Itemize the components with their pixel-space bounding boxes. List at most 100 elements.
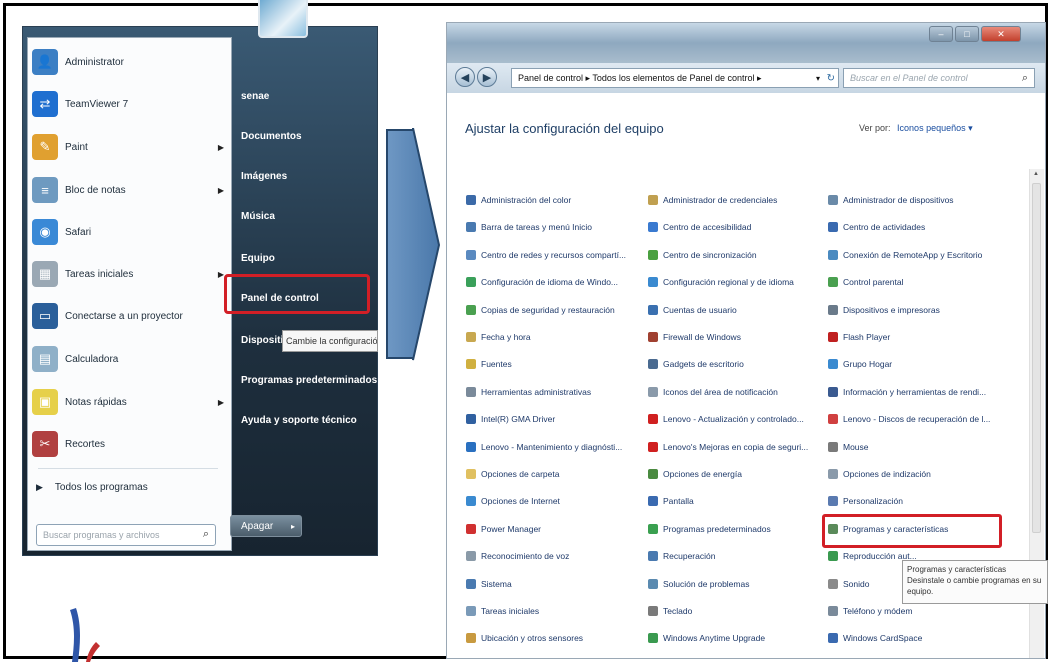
control-panel-item-label: Centro de actividades	[843, 222, 926, 233]
control-panel-item[interactable]: Iconos del área de notificación	[648, 382, 778, 402]
control-panel-item[interactable]: Pantalla	[648, 491, 694, 511]
start-menu-item[interactable]: ≡ Bloc de notas ▶	[32, 174, 224, 206]
control-panel-item[interactable]: Reconocimiento de voz	[466, 546, 569, 566]
control-panel-item[interactable]: Sonido	[828, 574, 869, 594]
applet-icon	[466, 523, 476, 534]
control-panel-item[interactable]: Configuración regional y de idioma	[648, 272, 794, 292]
control-panel-item[interactable]: Fuentes	[466, 354, 512, 374]
control-panel-search-input[interactable]: Buscar en el Panel de control ⌕	[843, 68, 1035, 88]
control-panel-item[interactable]: Personalización	[828, 491, 903, 511]
back-button[interactable]: ◀	[455, 67, 475, 87]
forward-button[interactable]: ▶	[477, 67, 497, 87]
control-panel-item[interactable]: Mouse	[828, 437, 869, 457]
applet-icon	[648, 551, 658, 562]
control-panel-item-label: Ubicación y otros sensores	[481, 633, 584, 644]
control-panel-item[interactable]: Teclado	[648, 601, 692, 621]
control-panel-item[interactable]: Administración del color	[466, 190, 571, 210]
start-menu-item[interactable]: ▤ Calculadora	[32, 343, 224, 375]
start-menu-link[interactable]: Equipo	[241, 253, 275, 264]
control-panel-item-label: Mouse	[843, 441, 869, 452]
address-bar[interactable]: Panel de control ▸ Todos los elementos d…	[511, 68, 839, 88]
applet-icon	[648, 414, 658, 425]
applet-icon	[466, 222, 476, 233]
triangle-right-icon[interactable]: ▶	[218, 186, 224, 195]
triangle-right-icon[interactable]: ▸	[291, 522, 295, 531]
control-panel-item[interactable]: Centro de accesibilidad	[648, 217, 751, 237]
start-menu-link[interactable]: Programas predeterminados	[241, 375, 377, 386]
control-panel-item[interactable]: Centro de actividades	[828, 217, 925, 237]
chevron-down-icon[interactable]: ▾	[816, 74, 820, 83]
control-panel-item[interactable]: Programas predeterminados	[648, 519, 771, 539]
control-panel-item[interactable]: Windows CardSpace	[828, 628, 922, 648]
control-panel-item[interactable]: Teléfono y módem	[828, 601, 912, 621]
control-panel-item[interactable]: Ubicación y otros sensores	[466, 628, 583, 648]
control-panel-item[interactable]: Flash Player	[828, 327, 890, 347]
start-search-input[interactable]: Buscar programas y archivos ⌕	[36, 524, 216, 546]
control-panel-item[interactable]: Solución de problemas	[648, 574, 749, 594]
maximize-button[interactable]: □	[955, 26, 979, 42]
scrollbar-thumb[interactable]	[1032, 183, 1041, 533]
start-menu-item-label: Conectarse a un proyector	[65, 310, 183, 322]
start-menu-link[interactable]: Ayuda y soporte técnico	[241, 415, 357, 426]
search-icon: ⌕	[1021, 71, 1028, 84]
control-panel-item-label: Control parental	[843, 277, 904, 288]
control-panel-item-label: Solución de problemas	[663, 578, 750, 589]
triangle-right-icon[interactable]: ▶	[218, 398, 224, 407]
start-menu-link[interactable]: Imágenes	[241, 171, 287, 182]
start-menu-item[interactable]: ▭ Conectarse a un proyector	[32, 300, 224, 332]
control-panel-item[interactable]: Power Manager	[466, 519, 541, 539]
control-panel-item[interactable]: Tareas iniciales	[466, 601, 539, 621]
applet-icon	[466, 277, 476, 288]
control-panel-item[interactable]: Herramientas administrativas	[466, 382, 591, 402]
control-panel-item[interactable]: Centro de redes y recursos compartí...	[466, 245, 626, 265]
control-panel-item[interactable]: Lenovo - Mantenimiento y diagnósti...	[466, 437, 622, 457]
control-panel-item[interactable]: Configuración de idioma de Windo...	[466, 272, 618, 292]
start-menu-link[interactable]: Música	[241, 211, 275, 222]
control-panel-item[interactable]: Conexión de RemoteApp y Escritorio	[828, 245, 982, 265]
start-menu-item[interactable]: ⇄ TeamViewer 7	[32, 88, 224, 120]
control-panel-item[interactable]: Lenovo - Actualización y controlado...	[648, 409, 804, 429]
start-menu-item[interactable]: 👤 Administrator	[32, 46, 224, 78]
control-panel-item[interactable]: Opciones de indización	[828, 464, 931, 484]
control-panel-item[interactable]: Barra de tareas y menú Inicio	[466, 217, 592, 237]
start-menu-item[interactable]: ✂ Recortes	[32, 428, 224, 460]
control-panel-item[interactable]: Dispositivos e impresoras	[828, 300, 940, 320]
applet-icon	[648, 332, 658, 342]
start-menu-item[interactable]: ▦ Tareas iniciales ▶	[32, 258, 224, 290]
control-panel-item[interactable]: Cuentas de usuario	[648, 300, 737, 320]
control-panel-item[interactable]: Opciones de energía	[648, 464, 742, 484]
control-panel-item[interactable]: Opciones de carpeta	[466, 464, 559, 484]
control-panel-item[interactable]: Gadgets de escritorio	[648, 354, 744, 374]
refresh-icon[interactable]: ↻	[827, 73, 835, 84]
control-panel-item[interactable]: Administrador de dispositivos	[828, 190, 954, 210]
control-panel-item[interactable]: Sistema	[466, 574, 512, 594]
control-panel-item-label: Sonido	[843, 578, 870, 589]
control-panel-item[interactable]: Lenovo - Discos de recuperación de l...	[828, 409, 990, 429]
control-panel-item[interactable]: Centro de sincronización	[648, 245, 757, 265]
chevron-up-icon[interactable]: ▲	[1033, 171, 1039, 177]
control-panel-item[interactable]: Lenovo's Mejoras en copia de seguri...	[648, 437, 808, 457]
triangle-right-icon[interactable]: ▶	[218, 143, 224, 152]
shutdown-button[interactable]: Apagar ▸	[230, 515, 302, 537]
control-panel-item[interactable]: Copias de seguridad y restauración	[466, 300, 615, 320]
control-panel-item[interactable]: Grupo Hogar	[828, 354, 892, 374]
start-menu-item[interactable]: ✎ Paint ▶	[32, 131, 224, 163]
control-panel-item[interactable]: Información y herramientas de rendi...	[828, 382, 986, 402]
control-panel-item[interactable]: Windows Anytime Upgrade	[648, 628, 765, 648]
control-panel-item[interactable]: Recuperación	[648, 546, 715, 566]
start-menu-link[interactable]: Documentos	[241, 131, 302, 142]
start-menu-item[interactable]: ◉ Safari	[32, 216, 224, 248]
minimize-button[interactable]: –	[929, 26, 953, 42]
close-button[interactable]: ✕	[981, 26, 1021, 42]
control-panel-item[interactable]: Administrador de credenciales	[648, 190, 777, 210]
control-panel-item[interactable]: Intel(R) GMA Driver	[466, 409, 555, 429]
control-panel-item[interactable]: Firewall de Windows	[648, 327, 741, 347]
control-panel-item[interactable]: Control parental	[828, 272, 903, 292]
start-menu-link[interactable]: senae	[241, 91, 269, 102]
control-panel-item[interactable]: Opciones de Internet	[466, 491, 560, 511]
all-programs-button[interactable]: ▶ Todos los programas	[36, 482, 148, 493]
start-menu-item[interactable]: ▣ Notas rápidas ▶	[32, 386, 224, 418]
control-panel-item[interactable]: Fecha y hora	[466, 327, 531, 347]
control-panel-item-label: Fecha y hora	[481, 332, 531, 342]
view-by-dropdown[interactable]: Iconos pequeños ▾	[897, 123, 973, 133]
